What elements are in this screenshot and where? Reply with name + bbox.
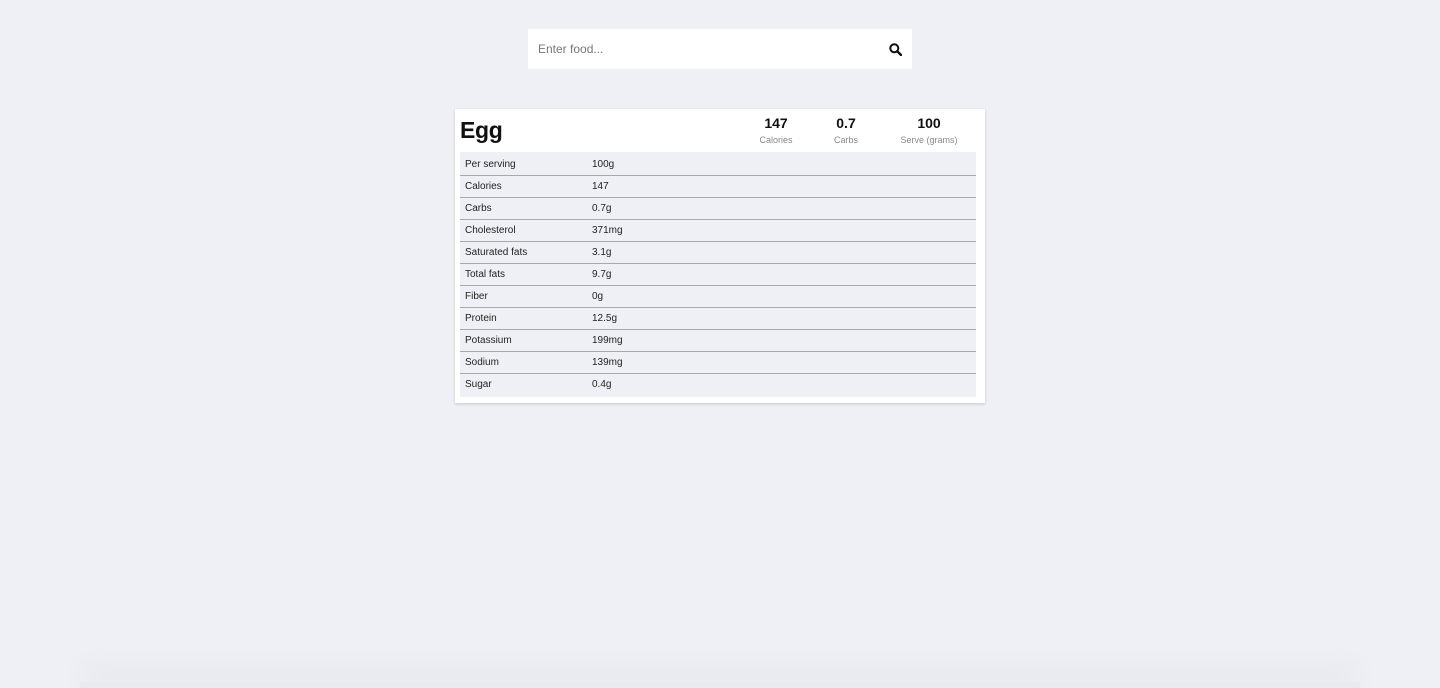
food-card: Egg 147 Calories 0.7 Carbs 100 Serve (gr… (455, 109, 985, 403)
nutrient-name: Calories (465, 181, 502, 192)
table-row: Carbs 0.7g (460, 198, 976, 220)
table-row: Saturated fats 3.1g (460, 242, 976, 264)
nutrient-amount: 371mg (592, 225, 623, 236)
table-row: Per serving 100g (460, 154, 976, 176)
stat-serve: 100 Serve (grams) (889, 115, 969, 147)
stat-calories: 147 Calories (736, 115, 816, 147)
nutrient-name: Sugar (465, 379, 492, 390)
search-icon[interactable] (878, 29, 912, 69)
nutrient-amount: 100g (592, 159, 615, 170)
food-title: Egg (460, 117, 503, 143)
nutrient-name: Total fats (465, 269, 506, 280)
table-row: Fiber 0g (460, 286, 976, 308)
nutrient-name: Potassium (465, 335, 512, 346)
stat-carbs-value: 0.7 (836, 115, 856, 131)
nutrient-amount: 12.5g (592, 313, 618, 324)
nutrient-name: Saturated fats (465, 247, 528, 258)
nutrient-amount: 0.7g (592, 203, 612, 214)
table-row: Potassium 199mg (460, 330, 976, 352)
table-row: Calories 147 (460, 176, 976, 198)
nutrient-name: Carbs (465, 203, 492, 214)
nutrient-amount: 9.7g (592, 269, 612, 280)
nutrient-name: Per serving (465, 159, 516, 170)
stat-serve-label: Serve (grams) (900, 135, 958, 145)
table-row: Sodium 139mg (460, 352, 976, 374)
search-bar (528, 29, 912, 69)
nutrient-name: Cholesterol (465, 225, 516, 236)
nutrient-name: Protein (465, 313, 497, 324)
stat-calories-value: 147 (764, 115, 788, 131)
table-row: Protein 12.5g (460, 308, 976, 330)
nutrient-amount: 0g (592, 291, 604, 302)
search-input[interactable] (528, 29, 878, 69)
nutrient-amount: 147 (592, 181, 609, 192)
bottom-panel-edge (80, 682, 1360, 688)
table-row: Total fats 9.7g (460, 264, 976, 286)
stat-serve-value: 100 (917, 115, 941, 131)
nutrient-name: Fiber (465, 291, 488, 302)
stat-carbs: 0.7 Carbs (806, 115, 886, 147)
nutrition-table: Per serving 100g Calories 147 Carbs 0.7g… (460, 152, 976, 397)
nutrient-name: Sodium (465, 357, 499, 368)
stat-calories-label: Calories (759, 135, 793, 145)
nutrient-amount: 0.4g (592, 379, 612, 390)
stat-carbs-label: Carbs (833, 135, 858, 145)
nutrient-amount: 199mg (592, 335, 623, 346)
nutrient-amount: 139mg (592, 357, 623, 368)
table-row: Cholesterol 371mg (460, 220, 976, 242)
table-row: Sugar 0.4g (460, 374, 976, 395)
nutrient-amount: 3.1g (592, 247, 612, 258)
